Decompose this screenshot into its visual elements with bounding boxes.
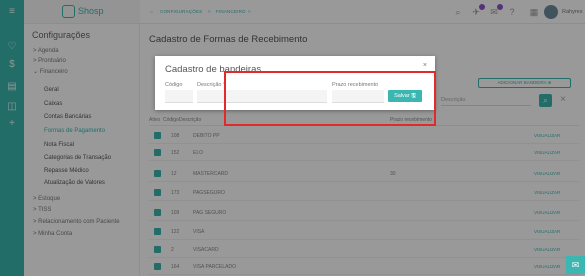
highlight-box	[224, 71, 436, 126]
description-label: Descrição *	[197, 82, 226, 88]
chat-bubble-icon[interactable]: ✉	[566, 256, 585, 274]
code-field[interactable]	[165, 90, 193, 103]
close-icon[interactable]: ×	[423, 62, 427, 69]
code-label: Código	[165, 82, 183, 88]
modal-backdrop[interactable]	[0, 0, 585, 276]
